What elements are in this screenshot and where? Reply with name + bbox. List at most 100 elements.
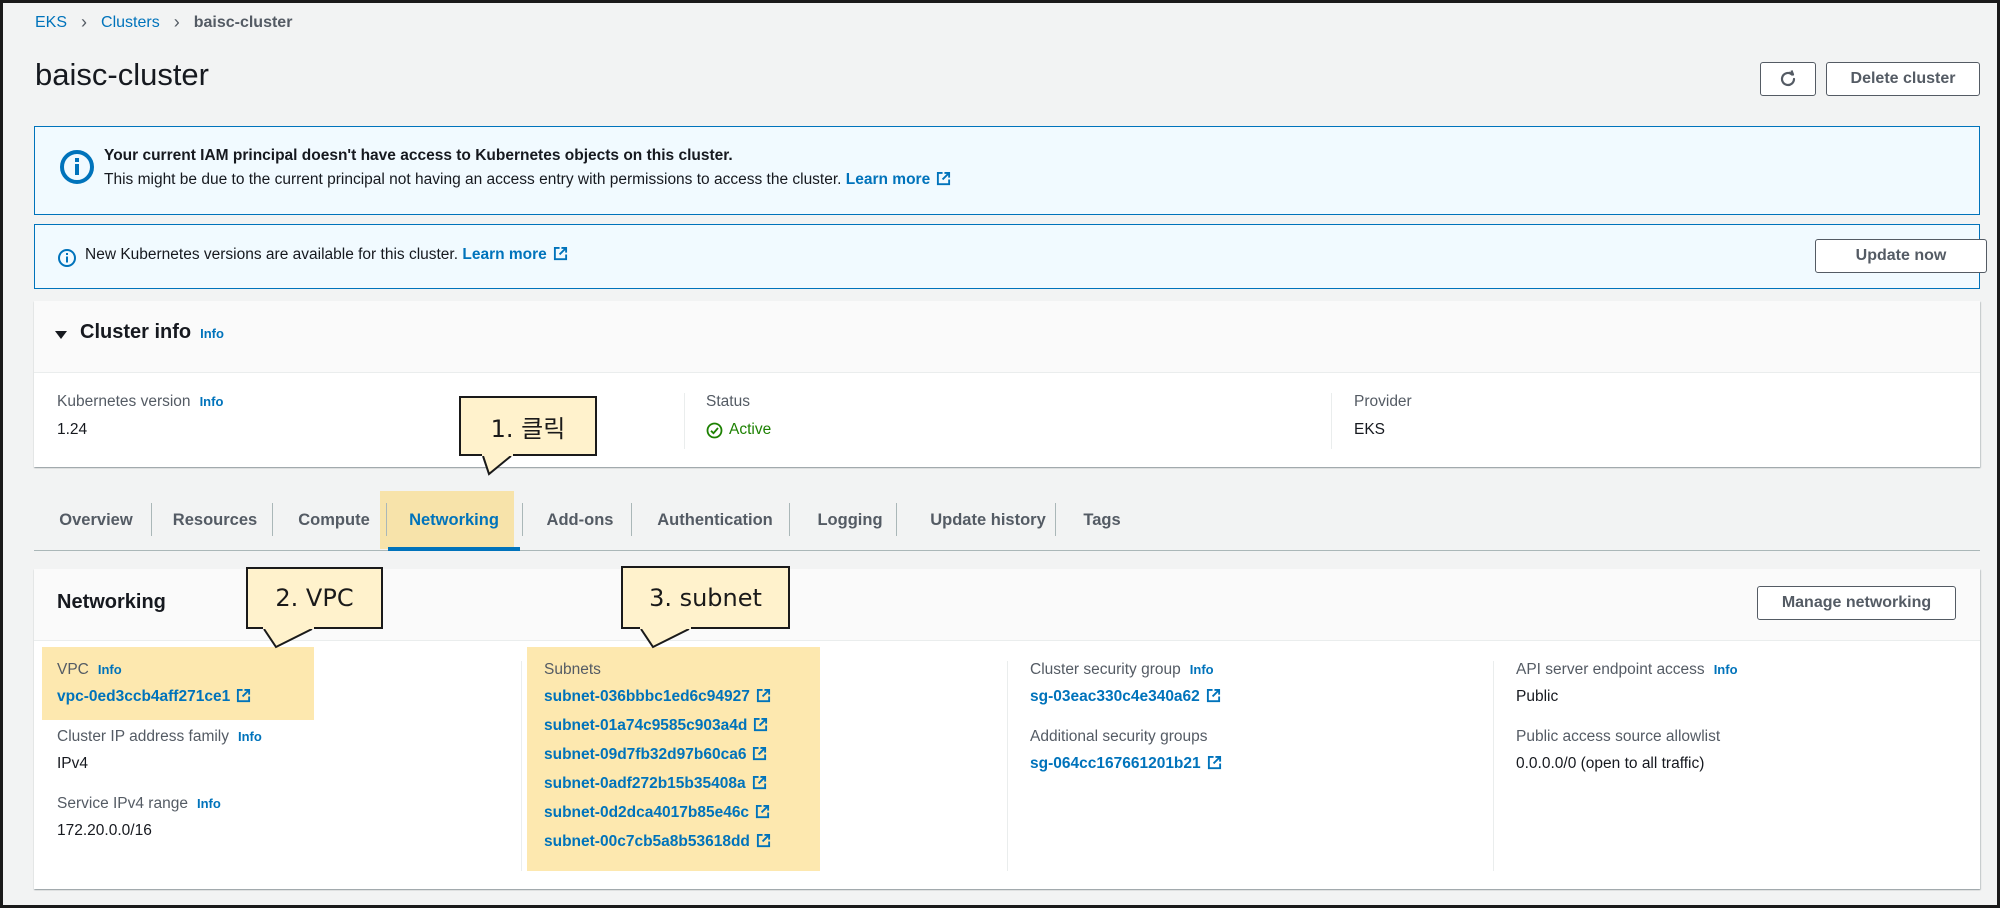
external-link-icon (553, 246, 567, 261)
iam-access-alert: Your current IAM principal doesn't have … (34, 126, 1980, 215)
info-circle-icon (58, 249, 76, 267)
cluster-info-panel: Cluster info Info Kubernetes version Info … (34, 301, 1980, 467)
info-circle-icon (60, 150, 94, 184)
tab-overview[interactable]: Overview (46, 491, 146, 549)
delete-cluster-button[interactable]: Delete cluster (1826, 62, 1980, 96)
allowlist-field: Public access source allowlist 0.0.0.0/0… (1516, 728, 1738, 773)
info-link[interactable]: Info (200, 326, 224, 341)
divider (1493, 661, 1494, 871)
alert-body-text: New Kubernetes versions are available fo… (85, 246, 459, 263)
alert-title: Your current IAM principal doesn't have … (104, 147, 733, 164)
alert-body-text: This might be due to the current princip… (104, 171, 842, 188)
callout-vpc: 2. VPC (246, 567, 383, 649)
tab-resources[interactable]: Resources (162, 491, 268, 549)
subnet-link[interactable]: subnet-0adf272b15b35408a (544, 775, 771, 793)
subnet-link[interactable]: subnet-036bbbc1ed6c94927 (544, 688, 771, 706)
endpoint-access-value: Public (1516, 688, 1559, 705)
service-range-value: 172.20.0.0/16 (57, 822, 152, 839)
screenshot-frame: EKS › Clusters › baisc-cluster baisc-clu… (0, 0, 2000, 908)
tab-logging[interactable]: Logging (798, 491, 902, 549)
tab-separator (272, 503, 273, 536)
tab-update-history[interactable]: Update history (904, 491, 1072, 549)
tab-networking[interactable]: Networking (388, 491, 520, 551)
learn-more-link[interactable]: Learn more (462, 246, 567, 263)
external-link-icon (752, 775, 766, 790)
breadcrumb-clusters[interactable]: Clusters (101, 14, 160, 32)
subnet-link[interactable]: subnet-0d2dca4017b85e46c (544, 804, 771, 822)
tab-add-ons[interactable]: Add-ons (528, 491, 632, 549)
external-link-icon (1206, 688, 1220, 703)
allowlist-value: 0.0.0.0/0 (open to all traffic) (1516, 755, 1705, 772)
external-link-icon (1207, 755, 1221, 770)
external-link-icon (753, 746, 767, 761)
external-link-icon (756, 833, 770, 848)
external-link-icon (754, 717, 768, 732)
info-link[interactable]: Info (1190, 662, 1214, 677)
breadcrumb-current: baisc-cluster (193, 13, 293, 31)
cluster-security-group-link[interactable]: sg-03eac330c4e340a62 (1030, 688, 1222, 706)
external-link-icon (937, 171, 951, 186)
tab-compute[interactable]: Compute (284, 491, 384, 549)
status-field: Status Active (706, 393, 771, 439)
external-link-icon (756, 688, 770, 703)
breadcrumb-separator: › (81, 12, 88, 32)
divider (684, 393, 685, 449)
ip-family-value: IPv4 (57, 755, 89, 772)
refresh-button[interactable] (1760, 62, 1816, 96)
cluster-security-group-field: Cluster security group Info sg-03eac330c4… (1030, 661, 1222, 706)
caret-down-icon[interactable] (54, 328, 68, 342)
divider (521, 661, 522, 871)
info-link[interactable]: Info (238, 729, 262, 744)
tab-separator (522, 503, 523, 536)
callout-pointer (482, 452, 513, 476)
info-link[interactable]: Info (197, 796, 221, 811)
subnet-link[interactable]: subnet-01a74c9585c903a4d (544, 717, 771, 735)
refresh-icon (1780, 70, 1796, 87)
callout-pointer (640, 625, 691, 649)
cluster-info-header[interactable]: Cluster info Info (34, 301, 1980, 373)
ip-family-field: Cluster IP address family Info IPv4 (57, 728, 262, 772)
subnet-link[interactable]: subnet-00c7cb5a8b53618dd (544, 833, 771, 851)
status-label: Status (706, 393, 750, 410)
kubernetes-version-value: 1.24 (57, 421, 88, 438)
network-column-4: API server endpoint access Info Public Pu… (1516, 661, 1738, 795)
network-column-1: VPC Info vpc-0ed3ccb4aff271ce1 Cluster IP… (57, 661, 262, 862)
tab-authentication[interactable]: Authentication (641, 491, 789, 549)
service-range-field: Service IPv4 range Info 172.20.0.0/16 (57, 795, 262, 840)
kubernetes-version-field: Kubernetes version Info 1.24 (57, 393, 224, 438)
provider-value: EKS (1354, 421, 1386, 438)
external-link-icon (237, 688, 251, 703)
info-link[interactable]: Info (1714, 662, 1738, 677)
info-link[interactable]: Info (200, 394, 224, 409)
tab-separator (151, 503, 152, 536)
callout-pointer (263, 625, 314, 649)
endpoint-access-field: API server endpoint access Info Public (1516, 661, 1738, 705)
tab-separator (789, 503, 790, 536)
provider-field: Provider EKS (1354, 393, 1412, 439)
additional-security-groups-field: Additional security groups sg-064cc16766… (1030, 728, 1222, 773)
breadcrumb-eks[interactable]: EKS (35, 14, 67, 32)
vpc-link[interactable]: vpc-0ed3ccb4aff271ce1 (57, 688, 262, 706)
update-now-button[interactable]: Update now (1815, 239, 1987, 273)
learn-more-link[interactable]: Learn more (846, 171, 951, 188)
breadcrumb-separator: › (173, 12, 180, 32)
manage-networking-button[interactable]: Manage networking (1757, 586, 1956, 620)
vpc-field: VPC Info vpc-0ed3ccb4aff271ce1 (57, 661, 262, 706)
external-link-icon (756, 804, 770, 819)
additional-security-group-link[interactable]: sg-064cc167661201b21 (1030, 755, 1222, 773)
status-badge: Active (706, 421, 771, 439)
provider-label: Provider (1354, 393, 1412, 410)
tab-tags[interactable]: Tags (1064, 491, 1140, 549)
alert-body: This might be due to the current princip… (104, 171, 951, 189)
check-circle-icon (706, 422, 723, 438)
tab-separator (631, 503, 632, 536)
tab-separator (1055, 503, 1056, 536)
subnets-label: Subnets (544, 661, 601, 678)
breadcrumb: EKS › Clusters › baisc-cluster (35, 12, 292, 33)
info-link[interactable]: Info (98, 662, 122, 677)
tab-separator (386, 503, 387, 536)
networking-title: Networking (57, 591, 166, 613)
network-column-2: Subnets subnet-036bbbc1ed6c94927 subnet-… (544, 661, 771, 851)
subnet-link[interactable]: subnet-09d7fb32d97b60ca6 (544, 746, 771, 764)
alert-body: New Kubernetes versions are available fo… (85, 246, 568, 264)
